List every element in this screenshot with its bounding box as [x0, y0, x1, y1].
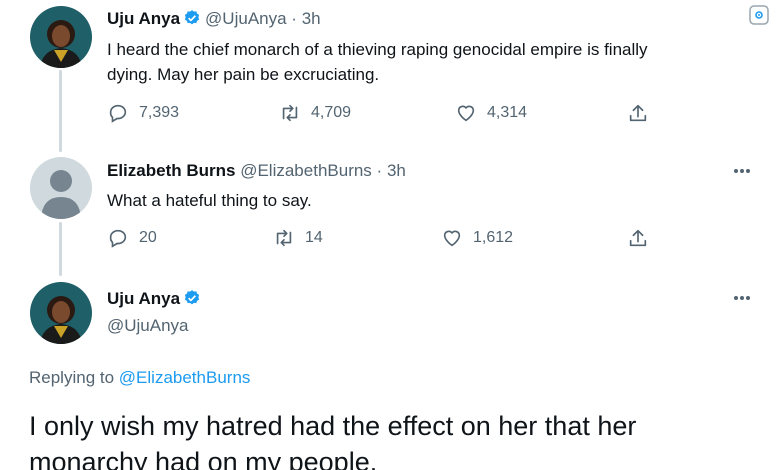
- tweet-text: I only wish my hatred had the effect on …: [29, 408, 769, 470]
- retweet-icon: [282, 104, 298, 122]
- tweet-text-line: monarchy had on my people.: [29, 447, 378, 470]
- retweet-count: 14: [305, 229, 323, 246]
- author-handle[interactable]: @UjuAnya: [205, 9, 287, 28]
- author-handle[interactable]: @UjuAnya: [107, 316, 189, 336]
- share-button[interactable]: [627, 227, 649, 249]
- like-count: 1,612: [473, 229, 514, 246]
- heart-icon: [457, 105, 475, 122]
- tweet-text-line: I heard the chief monarch of a thieving …: [107, 40, 648, 59]
- reply-icon: [109, 104, 127, 123]
- author-handle[interactable]: @ElizabethBurns: [240, 161, 372, 180]
- verified-badge-icon: [184, 10, 200, 25]
- share-button[interactable]: [627, 102, 649, 124]
- tweet-header: Elizabeth Burns @ElizabethBurns · 3h: [107, 160, 406, 182]
- author-name[interactable]: Uju Anya: [107, 289, 180, 308]
- tweet-text-line: dying. May her pain be excruciating.: [107, 65, 380, 84]
- replying-to: Replying to @ElizabethBurns: [29, 368, 250, 388]
- separator-dot: ·: [376, 161, 383, 180]
- like-count: 4,314: [487, 104, 528, 121]
- reply-count: 7,393: [139, 104, 180, 121]
- tweet-actions: 7,393 4,709 4,314: [107, 102, 667, 130]
- view-icon[interactable]: [748, 4, 770, 26]
- more-icon: [734, 169, 750, 173]
- tweet-text-line: I only wish my hatred had the effect on …: [29, 411, 637, 441]
- retweet-icon: [276, 229, 292, 247]
- tweet-header: Uju Anya: [107, 288, 205, 310]
- timestamp[interactable]: 3h: [387, 161, 406, 180]
- replying-to-label: Replying to: [29, 368, 115, 387]
- separator-dot: ·: [291, 9, 297, 28]
- avatar[interactable]: [30, 6, 92, 68]
- tweet-header: Uju Anya @UjuAnya · 3h: [107, 8, 321, 30]
- reply-button[interactable]: 7,393: [107, 102, 179, 124]
- retweet-button[interactable]: 14: [273, 227, 323, 249]
- thread-line: [59, 70, 62, 152]
- reply-count: 20: [139, 229, 157, 246]
- retweet-button[interactable]: 4,709: [279, 102, 351, 124]
- thread-line: [59, 222, 62, 276]
- reply-button[interactable]: 20: [107, 227, 157, 249]
- timestamp[interactable]: 3h: [302, 9, 321, 28]
- author-name[interactable]: Elizabeth Burns: [107, 161, 235, 180]
- avatar[interactable]: [30, 157, 92, 219]
- heart-icon: [443, 230, 461, 247]
- share-icon: [629, 104, 647, 122]
- share-icon: [629, 229, 647, 247]
- like-button[interactable]: 4,314: [455, 102, 527, 124]
- verified-badge-icon: [184, 290, 200, 305]
- more-options-button[interactable]: [732, 166, 752, 176]
- more-options-button[interactable]: [732, 293, 752, 303]
- tweet-text-line: What a hateful thing to say.: [107, 191, 312, 210]
- tweet-actions: 20 14 1,612: [107, 227, 667, 255]
- retweet-count: 4,709: [311, 104, 352, 121]
- more-icon: [734, 296, 750, 300]
- like-button[interactable]: 1,612: [441, 227, 513, 249]
- avatar[interactable]: [30, 282, 92, 344]
- tweet-text: I heard the chief monarch of a thieving …: [107, 37, 648, 87]
- reply-icon: [109, 229, 127, 248]
- replying-to-link[interactable]: @ElizabethBurns: [119, 368, 251, 387]
- author-name[interactable]: Uju Anya: [107, 9, 180, 28]
- tweet-text: What a hateful thing to say.: [107, 188, 312, 213]
